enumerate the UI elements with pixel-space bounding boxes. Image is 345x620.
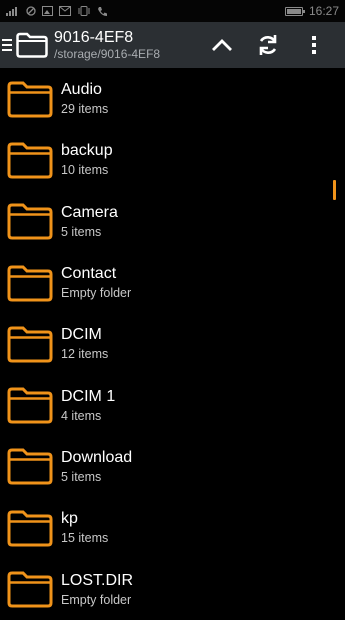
folder-name: kp	[61, 510, 78, 528]
call-icon	[98, 6, 107, 16]
refresh-icon	[259, 35, 277, 55]
folder-text: Camera 5 items	[61, 204, 118, 239]
folder-name: Contact	[61, 265, 117, 283]
folder-row[interactable]: DCIM 1 4 items	[0, 374, 345, 435]
menu-icon[interactable]	[0, 22, 16, 68]
folder-text: DCIM 12 items	[61, 326, 108, 361]
folder-name: Audio	[61, 81, 102, 99]
folder-row[interactable]: LOST.DIR Empty folder	[0, 558, 345, 619]
folder-item-count: 15 items	[61, 531, 109, 546]
battery-level	[286, 8, 301, 14]
status-icons-left	[6, 6, 108, 17]
folder-row[interactable]: Camera 5 items	[0, 191, 345, 252]
vibrate-icon	[78, 6, 90, 16]
folder-icon	[7, 139, 53, 181]
folder-text: Download 5 items	[61, 449, 132, 484]
current-path: /storage/9016-4EF8	[54, 47, 161, 62]
status-time: 16:27	[308, 4, 339, 18]
blocked-icon	[26, 6, 36, 16]
folder-icon	[7, 445, 53, 487]
folder-row[interactable]: kp 15 items	[0, 497, 345, 558]
signal-icon	[6, 7, 17, 16]
folder-item-count: 5 items	[61, 224, 102, 239]
folder-icon	[7, 262, 53, 304]
folder-item-count: 5 items	[61, 469, 102, 484]
folder-row[interactable]: Audio 29 items	[0, 68, 345, 129]
scrollbar-thumb[interactable]	[333, 180, 336, 200]
folder-icon	[7, 200, 53, 242]
status-bar: 16:27	[0, 0, 345, 22]
folder-icon	[7, 384, 53, 426]
folder-item-count: 12 items	[61, 347, 109, 362]
folder-text: backup 10 items	[61, 142, 113, 177]
folder-row[interactable]: DCIM 12 items	[0, 313, 345, 374]
folder-item-count: 4 items	[61, 408, 102, 423]
folder-text: LOST.DIR Empty folder	[61, 572, 133, 607]
folder-item-count: Empty folder	[61, 286, 132, 301]
folder-icon	[7, 78, 53, 120]
image-notification-icon	[42, 6, 53, 16]
current-folder-title: 9016-4EF8	[54, 28, 134, 46]
toolbar-titles: 9016-4EF8 /storage/9016-4EF8	[54, 29, 199, 62]
folder-name: DCIM 1	[61, 387, 116, 405]
chevron-up-icon	[212, 39, 232, 51]
folder-row[interactable]: Contact Empty folder	[0, 252, 345, 313]
folder-icon	[7, 323, 53, 365]
folder-name: LOST.DIR	[61, 571, 134, 589]
folder-row[interactable]: Download 5 items	[0, 436, 345, 497]
folder-name: Camera	[61, 203, 118, 221]
folder-text: Contact Empty folder	[61, 265, 131, 300]
overflow-menu-icon	[312, 36, 316, 54]
overflow-menu-button[interactable]	[291, 22, 337, 68]
folder-name: DCIM	[61, 326, 102, 344]
folder-name: backup	[61, 142, 113, 160]
folder-text: DCIM 1 4 items	[61, 388, 115, 423]
folder-item-count: 29 items	[61, 102, 109, 117]
battery-icon	[284, 6, 305, 16]
folder-name: Download	[61, 448, 133, 466]
message-icon	[59, 6, 71, 16]
folder-item-count: Empty folder	[61, 592, 132, 607]
refresh-button[interactable]	[245, 22, 291, 68]
toolbar: 9016-4EF8 /storage/9016-4EF8	[0, 22, 345, 68]
folder-icon	[7, 568, 53, 610]
folder-text: kp 15 items	[61, 510, 108, 545]
navigate-up-button[interactable]	[199, 22, 245, 68]
folder-row[interactable]: backup 10 items	[0, 129, 345, 190]
folder-icon	[7, 507, 53, 549]
folder-icon	[16, 32, 48, 58]
folder-item-count: 10 items	[61, 163, 109, 178]
folder-text: Audio 29 items	[61, 81, 108, 116]
status-icons-right: 16:27	[284, 4, 339, 18]
folder-list[interactable]: Audio 29 items backup 10 items Camera 5 …	[0, 68, 345, 620]
